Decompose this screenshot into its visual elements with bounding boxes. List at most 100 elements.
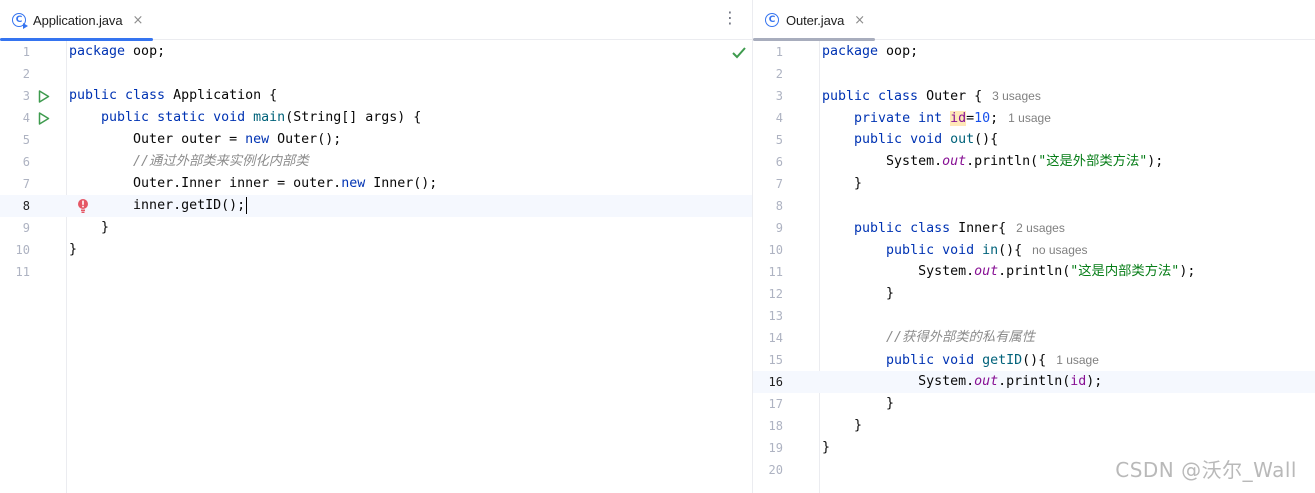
line-number: 5 [775, 133, 783, 147]
code-editor-right[interactable]: 1 package oop; 2 3 public class Outer {3… [753, 41, 1315, 493]
line-number: 2 [775, 67, 783, 81]
line-number: 3 [22, 89, 30, 103]
line-number: 8 [22, 199, 30, 213]
more-options-icon[interactable]: ⋮ [722, 10, 738, 26]
code-method-name: in [982, 243, 999, 258]
editor-pane-application: C Application.java × ⋮ 1 package oop; 2 … [0, 0, 752, 493]
code-text: } [854, 418, 863, 433]
code-field: id [950, 111, 967, 126]
line-number: 19 [768, 441, 783, 455]
code-line: 10 public void in(){no usages [753, 239, 1315, 261]
line-number: 10 [768, 243, 783, 257]
tab-application-java[interactable]: C Application.java × [0, 0, 154, 41]
line-number: 13 [768, 309, 783, 323]
text-caret [246, 196, 248, 214]
code-line-current: 16 System.out.println(id); [753, 371, 1315, 393]
line-number: 6 [775, 155, 783, 169]
line-number: 8 [775, 199, 783, 213]
code-text: inner.getID(); [133, 198, 246, 213]
code-text: } [101, 220, 110, 235]
watermark: CSDN @沃尔_Wall [1115, 458, 1297, 482]
editor-tabbar-right: C Outer.java × [753, 0, 1315, 41]
code-number: 10 [974, 111, 991, 126]
line-number: 1 [22, 45, 30, 59]
code-keyword: public class [854, 221, 951, 236]
code-line: 17 } [753, 393, 1315, 415]
line-number: 7 [22, 177, 30, 191]
code-line: 6 //通过外部类来实例化内部类 [0, 151, 752, 173]
usages-hint[interactable]: 1 usage [1008, 111, 1051, 125]
editor-tabbar-left: C Application.java × ⋮ [0, 0, 752, 41]
close-icon[interactable]: × [854, 13, 865, 28]
code-text: .println( [998, 264, 1071, 279]
line-number: 18 [768, 419, 783, 433]
code-keyword: public static void [101, 110, 246, 125]
code-text: } [886, 286, 895, 301]
tab-label: Outer.java [786, 12, 845, 28]
usages-hint[interactable]: 2 usages [1016, 221, 1065, 235]
code-line: 4 private int id=10; 1 usage [753, 107, 1315, 129]
usages-hint[interactable]: no usages [1032, 243, 1087, 257]
line-number: 20 [768, 463, 783, 477]
run-icon[interactable] [36, 85, 52, 107]
code-keyword: public class [69, 88, 166, 103]
code-text: } [854, 176, 863, 191]
code-line: 12 } [753, 283, 1315, 305]
code-line: 18 } [753, 415, 1315, 437]
code-editor-left[interactable]: 1 package oop; 2 3 public class Applicat… [0, 41, 752, 493]
code-text: Outer outer = [133, 132, 246, 147]
code-line: 11 [0, 261, 752, 283]
code-method-name: main [253, 110, 286, 125]
java-class-icon: C [12, 13, 28, 29]
run-icon[interactable] [36, 107, 52, 129]
code-line: 3 public class Application { [0, 85, 752, 107]
code-line: 3 public class Outer {3 usages [753, 85, 1315, 107]
close-icon[interactable]: × [132, 13, 143, 28]
code-keyword: package [822, 44, 879, 59]
code-text: ); [1179, 264, 1196, 279]
code-text: oop; [878, 44, 919, 59]
code-text: System. [918, 374, 975, 389]
line-number: 10 [15, 243, 30, 257]
code-line: 10 } [0, 239, 752, 261]
code-field: id [1070, 374, 1087, 389]
code-text: .println( [998, 374, 1071, 389]
code-keyword: private int [854, 111, 943, 126]
code-comment: //通过外部类来实例化内部类 [133, 154, 309, 169]
code-keyword: public class [822, 89, 919, 104]
code-line: 15 public void getID(){1 usage [753, 349, 1315, 371]
code-text: Application { [165, 88, 278, 103]
java-class-icon: C [765, 13, 779, 27]
code-line: 6 System.out.println("这是外部类方法"); [753, 151, 1315, 173]
tab-outer-java[interactable]: C Outer.java × [753, 0, 876, 41]
code-text: Outer.Inner inner = outer. [133, 176, 342, 191]
code-keyword: package [69, 44, 126, 59]
line-number: 9 [775, 221, 783, 235]
code-static-field: out [942, 154, 967, 169]
code-line: 2 [753, 63, 1315, 85]
code-text: ); [1147, 154, 1164, 169]
line-number: 17 [768, 397, 783, 411]
line-number: 2 [22, 67, 30, 81]
usages-hint[interactable]: 1 usage [1056, 353, 1099, 367]
code-line: 7 } [753, 173, 1315, 195]
code-text: = [966, 111, 975, 126]
code-line: 2 [0, 63, 752, 85]
code-line: 11 System.out.println("这是内部类方法"); [753, 261, 1315, 283]
code-static-field: out [974, 264, 999, 279]
line-number: 9 [22, 221, 30, 235]
usages-hint[interactable]: 3 usages [992, 89, 1041, 103]
code-static-field: out [974, 374, 999, 389]
